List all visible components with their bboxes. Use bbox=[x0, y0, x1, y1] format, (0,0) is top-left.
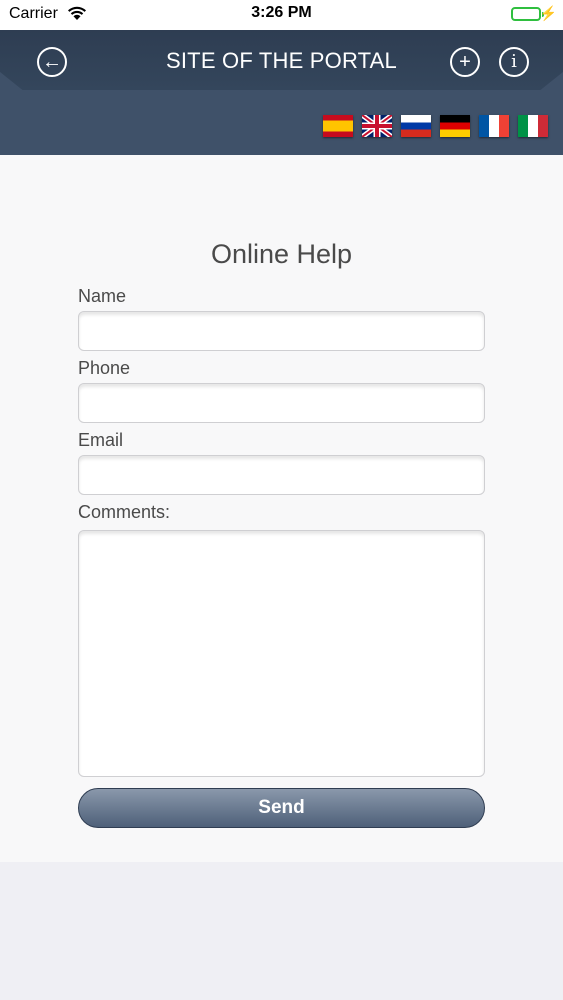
name-input[interactable] bbox=[78, 311, 485, 351]
battery-full-icon bbox=[511, 7, 544, 21]
info-circle-icon: i bbox=[511, 51, 517, 72]
germany-flag-icon[interactable] bbox=[440, 115, 470, 137]
uk-flag-icon[interactable] bbox=[362, 115, 392, 137]
add-button[interactable]: + bbox=[450, 47, 480, 77]
clock-time: 3:26 PM bbox=[251, 4, 312, 21]
france-flag-icon[interactable] bbox=[479, 115, 509, 137]
italy-flag-icon[interactable] bbox=[518, 115, 548, 137]
form-title: Online Help bbox=[210, 239, 353, 269]
send-button[interactable]: Send bbox=[78, 788, 485, 828]
russia-flag-icon[interactable] bbox=[401, 115, 431, 137]
email-input[interactable] bbox=[78, 455, 485, 495]
email-label: Email bbox=[78, 430, 124, 450]
name-label: Name bbox=[78, 286, 127, 306]
spain-flag-icon[interactable] bbox=[323, 115, 353, 137]
plus-circle-icon: + bbox=[459, 51, 471, 73]
language-flags bbox=[323, 115, 548, 137]
app-header: ← SITE OF THE PORTAL + i bbox=[0, 30, 563, 155]
comments-label: Comments: bbox=[78, 502, 171, 522]
phone-input[interactable] bbox=[78, 383, 485, 423]
online-help-form: Online Help Name Phone Email Comments: S… bbox=[0, 155, 563, 862]
phone-label: Phone bbox=[78, 358, 131, 378]
bolt-icon: ⚡ bbox=[539, 5, 557, 21]
comments-textarea[interactable] bbox=[78, 530, 485, 777]
info-button[interactable]: i bbox=[499, 47, 529, 77]
status-bar: Carrier 3:26 PM ⚡ bbox=[0, 0, 563, 30]
